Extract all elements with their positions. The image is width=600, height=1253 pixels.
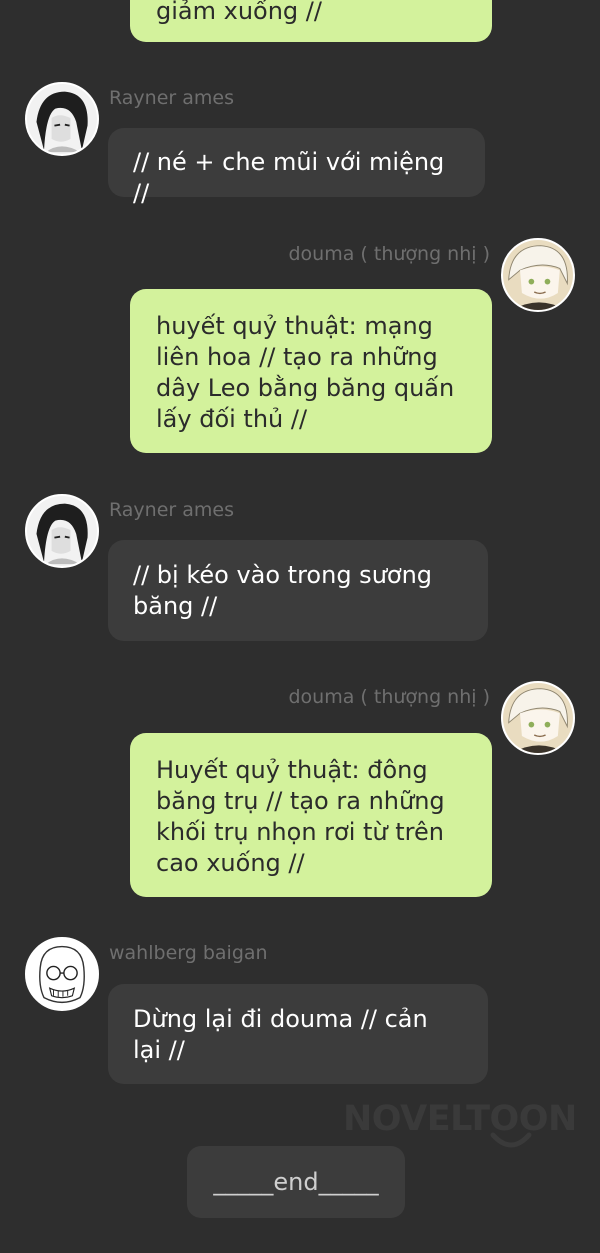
watermark-logo: NOVELTOON [343, 1099, 577, 1139]
rayner-avatar[interactable] [25, 82, 99, 156]
message-bubble[interactable]: Huyết quỷ thuật: đông băng trụ // tạo ra… [130, 733, 492, 897]
message-text: Dừng lại đi douma // cản lại // [133, 1005, 428, 1064]
watermark-smile-icon [490, 1132, 532, 1148]
message-text: Huyết quỷ thuật: đông băng trụ // tạo ra… [156, 756, 445, 877]
douma-avatar-image [503, 240, 573, 310]
sender-name: wahlberg baigan [109, 942, 268, 964]
message-text: huyết quỷ thuật: mạng liên hoa // tạo ra… [156, 312, 455, 433]
rayner-avatar-image [27, 496, 97, 566]
wahlberg-avatar-image [27, 939, 97, 1009]
message-bubble[interactable]: giảm xuống // [130, 0, 492, 42]
sender-name: douma ( thượng nhị ) [288, 686, 491, 708]
sender-name: Rayner ames [109, 87, 234, 109]
douma-avatar[interactable] [501, 681, 575, 755]
message-text: giảm xuống // [156, 0, 322, 25]
rayner-avatar[interactable] [25, 494, 99, 568]
chat-view: giảm xuống // Rayner ames // né + che mũ… [0, 0, 600, 1253]
message-bubble[interactable]: huyết quỷ thuật: mạng liên hoa // tạo ra… [130, 289, 492, 453]
message-bubble[interactable]: // né + che mũi với miệng // [108, 128, 485, 207]
wahlberg-avatar[interactable] [25, 937, 99, 1011]
message-bubble[interactable]: Dừng lại đi douma // cản lại // [108, 984, 488, 1084]
douma-avatar-image [503, 683, 573, 753]
douma-avatar[interactable] [501, 238, 575, 312]
rayner-avatar-image [27, 84, 97, 154]
end-marker[interactable]: _____end_____ [187, 1146, 405, 1218]
sender-name: Rayner ames [109, 499, 234, 521]
message-text: // né + che mũi với miệng // [133, 148, 445, 207]
message-text: // bị kéo vào trong sương băng // [133, 561, 433, 620]
message-bubble[interactable]: // bị kéo vào trong sương băng // [108, 540, 488, 641]
sender-name: douma ( thượng nhị ) [288, 243, 491, 265]
